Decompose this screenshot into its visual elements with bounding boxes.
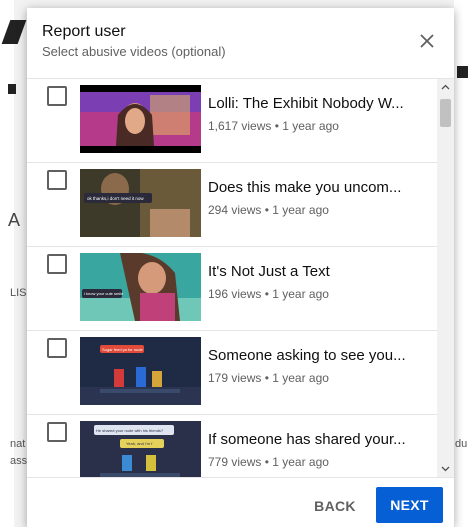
dialog-header: Report user Select abusive videos (optio… xyxy=(27,8,454,78)
scrollbar-thumb[interactable] xyxy=(440,99,451,127)
close-icon xyxy=(420,34,434,48)
background-shape xyxy=(8,84,16,94)
background-shape xyxy=(457,66,468,78)
video-meta: 779 views • 1 year ago xyxy=(208,455,329,469)
video-title[interactable]: It's Not Just a Text xyxy=(208,263,423,280)
video-list-container: Lolli: The Exhibit Nobody W... 1,617 vie… xyxy=(27,78,454,478)
thumbnail-caption: Sugar feed ya for nude xyxy=(102,347,143,352)
thumbnail-image: Sugar feed ya for nude xyxy=(80,337,201,405)
report-user-dialog: Report user Select abusive videos (optio… xyxy=(27,8,454,527)
dialog-subtitle: Select abusive videos (optional) xyxy=(42,44,226,59)
video-checkbox[interactable] xyxy=(47,338,67,358)
video-thumbnail[interactable]: i know your cute smile xyxy=(80,253,201,321)
video-checkbox[interactable] xyxy=(47,422,67,442)
scroll-up-button[interactable] xyxy=(437,79,454,96)
thumbnail-image: ok thanks,i don't need it now xyxy=(80,169,201,237)
video-thumbnail[interactable] xyxy=(80,85,201,153)
video-meta: 294 views • 1 year ago xyxy=(208,203,329,217)
dialog-title: Report user xyxy=(42,23,126,40)
video-thumbnail[interactable]: He shared your nude with his friends? Ye… xyxy=(80,421,201,477)
background-text: A xyxy=(8,210,21,230)
video-title[interactable]: Someone asking to see you... xyxy=(208,347,423,364)
chevron-down-icon xyxy=(441,466,450,472)
video-thumbnail[interactable]: Sugar feed ya for nude xyxy=(80,337,201,405)
thumbnail-image: i know your cute smile xyxy=(80,253,201,321)
video-meta: 1,617 views • 1 year ago xyxy=(208,119,339,133)
thumbnail-image xyxy=(80,85,201,153)
video-row[interactable]: i know your cute smile It's Not Just a T… xyxy=(27,247,437,331)
video-checkbox[interactable] xyxy=(47,86,67,106)
video-row[interactable]: ok thanks,i don't need it now Does this … xyxy=(27,163,437,247)
dialog-footer: BACK NEXT xyxy=(27,477,454,527)
thumbnail-caption: He shared your nude with his friends? xyxy=(96,428,164,433)
thumbnail-caption: i know your cute smile xyxy=(84,291,124,296)
video-title[interactable]: Lolli: The Exhibit Nobody W... xyxy=(208,95,423,112)
video-thumbnail[interactable]: ok thanks,i don't need it now xyxy=(80,169,201,237)
video-row[interactable]: He shared your nude with his friends? Ye… xyxy=(27,415,437,477)
video-title[interactable]: If someone has shared your... xyxy=(208,431,423,448)
background-text: ass xyxy=(10,455,28,467)
background-text: nat xyxy=(10,438,26,450)
next-button[interactable]: NEXT xyxy=(376,487,443,523)
scroll-down-button[interactable] xyxy=(437,460,454,477)
video-meta: 196 views • 1 year ago xyxy=(208,287,329,301)
video-meta: 179 views • 1 year ago xyxy=(208,371,329,385)
thumbnail-caption: Yeah, and I'm f xyxy=(126,441,153,446)
video-list: Lolli: The Exhibit Nobody W... 1,617 vie… xyxy=(27,79,437,477)
back-button[interactable]: BACK xyxy=(301,489,369,523)
list-scrollbar[interactable] xyxy=(437,79,454,477)
video-title[interactable]: Does this make you uncom... xyxy=(208,179,423,196)
thumbnail-caption: ok thanks,i don't need it now xyxy=(87,196,144,201)
close-button[interactable] xyxy=(414,28,440,54)
background-text: LIS xyxy=(10,287,27,299)
thumbnail-image: He shared your nude with his friends? Ye… xyxy=(80,421,201,477)
video-row[interactable]: Lolli: The Exhibit Nobody W... 1,617 vie… xyxy=(27,79,437,163)
video-checkbox[interactable] xyxy=(47,254,67,274)
video-row[interactable]: Sugar feed ya for nude Someone asking to… xyxy=(27,331,437,415)
chevron-up-icon xyxy=(441,84,450,90)
video-checkbox[interactable] xyxy=(47,170,67,190)
background-text: du xyxy=(455,438,468,450)
